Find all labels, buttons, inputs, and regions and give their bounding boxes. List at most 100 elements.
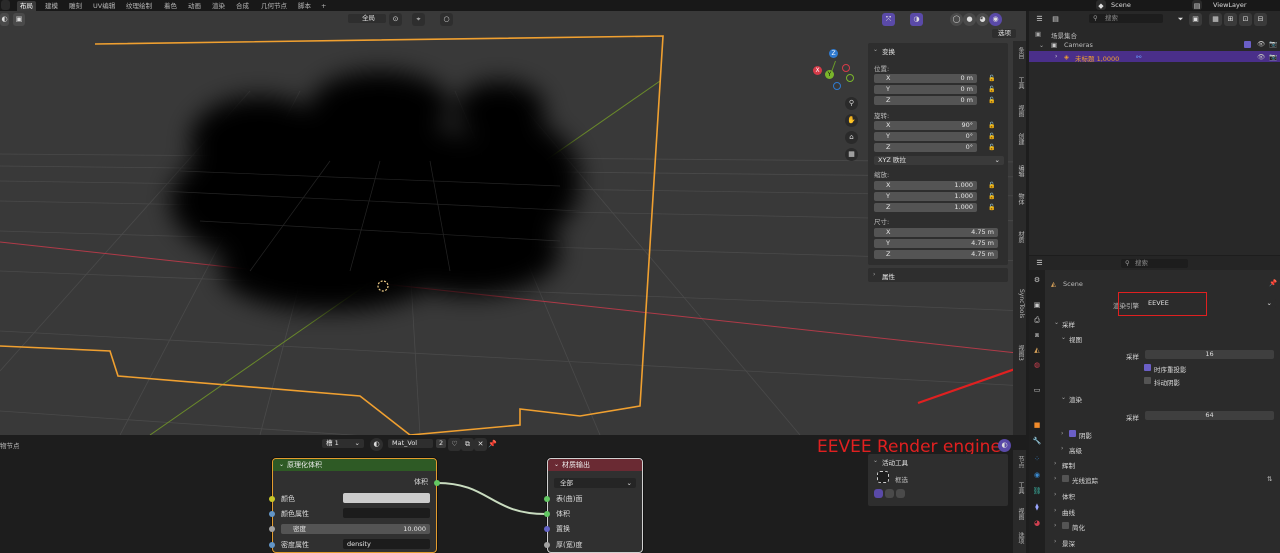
lock-icon[interactable]: 🔓 [988,133,995,140]
options-button[interactable]: 选项 [992,29,1016,38]
rendered-shading-icon[interactable]: ◉ [989,13,1002,26]
sidebar-tab-item[interactable]: 条目 [1015,47,1025,59]
render-tab-icon[interactable]: ▣ [1032,300,1042,310]
display-mode-icon[interactable]: ▤ [1049,13,1062,26]
location-x-field[interactable]: X0 m [874,74,977,83]
select-extend-icon[interactable] [885,489,894,498]
color-attribute-field[interactable] [343,508,430,518]
modifier-icon[interactable]: ⚯ [1136,53,1141,61]
tab-modeling[interactable]: 建模 [42,1,61,11]
snap-icon[interactable]: ⌖ [412,13,425,26]
render-visibility-icon[interactable]: 📷 [1269,53,1277,61]
view-layer-icon[interactable]: ▤ [1192,0,1202,10]
section-simplify[interactable]: 简化 [1072,522,1085,532]
volume-output-socket[interactable] [434,480,440,486]
rotation-z-field[interactable]: Z 0° [874,143,977,152]
3d-viewport[interactable]: ◐ ▣ 全局 ⊙ ⌖ ○ ⤧ ◑ ◯ ● ◕ ◉ 选项 Z X Y ⚲ ✋ ⌂ … [0,11,1026,435]
section-curves[interactable]: 曲线 [1062,507,1075,517]
mode-icon[interactable]: ◐ [0,13,9,26]
pin-icon[interactable]: 📌 [1269,279,1277,287]
collection-enable-checkbox[interactable] [1244,41,1251,48]
data-tab-icon[interactable]: ⧫ [1032,502,1042,512]
sidebar-tab-node[interactable]: 节点 [1015,456,1025,468]
location-y-field[interactable]: Y0 m [874,85,977,94]
viewport-subsection[interactable]: 视图 [1069,334,1082,344]
material-tab-icon[interactable]: ◕ [1032,518,1042,528]
dimension-z-field[interactable]: Z 4.75 m [874,250,998,259]
sidebar-tab-create[interactable]: 创建 [1015,133,1025,145]
lock-icon[interactable]: 🔓 [988,193,995,200]
material-preview-icon[interactable]: ◐ [370,438,383,451]
sidebar-tab-view[interactable]: 视图 [1015,508,1025,520]
tab-uv-editing[interactable]: UV编辑 [90,1,118,11]
viewport-samples-field[interactable]: 16 [1145,350,1274,359]
material-slot-select[interactable]: 槽 1 ⌄ [322,439,364,448]
filter-icon[interactable]: ⏷ [1174,13,1187,26]
properties-type-icon[interactable]: ☰ [1033,257,1046,270]
tab-sculpting[interactable]: 雕刻 [66,1,85,11]
jitter-shadows-checkbox[interactable] [1144,377,1151,384]
rotation-mode-select[interactable]: XYZ 欧拉 ⌄ [874,156,1004,165]
sidebar-tab-edit[interactable]: 编辑 [1015,165,1025,177]
fake-user-icon[interactable]: ♡ [448,438,461,451]
constraints-tab-icon[interactable]: ⛓ [1032,486,1042,496]
world-tab-icon[interactable]: ◍ [1032,360,1042,370]
collection-tab-icon[interactable]: ▭ [1032,385,1042,395]
displacement-input-socket[interactable] [544,526,550,532]
select-mode-icon[interactable]: ▣ [13,13,25,26]
tab-shading[interactable]: 着色 [161,1,180,11]
tab-texture-paint[interactable]: 纹理绘制 [123,1,155,11]
gizmo-z-axis[interactable]: Z [829,49,838,58]
tab-rendering[interactable]: 渲染 [209,1,228,11]
lock-icon[interactable]: 🔓 [988,86,995,93]
tab-layout[interactable]: 布局 [17,1,36,11]
restrict-icon[interactable]: ⊞ [1224,13,1237,26]
tab-geometry-nodes[interactable]: 几何节点 [258,1,290,11]
particles-tab-icon[interactable]: ⁘ [1032,454,1042,464]
sidebar-tab-tool[interactable]: 工具 [1015,77,1025,89]
perspective-toggle-icon[interactable]: ▦ [845,148,858,161]
scene-name[interactable]: Scene [1111,1,1131,9]
overlay-toggle-icon[interactable]: ◑ [910,13,923,26]
new-collection-icon[interactable]: ▣ [1189,13,1202,26]
sidebar-tab-synctools[interactable]: SyncTools [1015,289,1025,318]
select-new-icon[interactable] [874,489,883,498]
wireframe-shading-icon[interactable]: ◯ [950,13,963,26]
output-target-select[interactable]: 全部 ⌄ [554,478,636,488]
tool-tab-icon[interactable]: ⚙ [1032,275,1042,285]
density-input-socket[interactable] [269,526,275,532]
duplicate-material-icon[interactable]: ⧉ [461,438,474,451]
transform-orientation-select[interactable]: 全局 [348,14,386,23]
restrict-render-icon[interactable]: ⊡ [1239,13,1252,26]
simplify-checkbox[interactable] [1062,522,1069,529]
tab-compositing[interactable]: 合成 [233,1,252,11]
material-shading-icon[interactable]: ◕ [976,13,989,26]
sidebar-tab-tool[interactable]: 工具 [1015,482,1025,494]
scale-y-field[interactable]: Y 1.000 [874,192,977,201]
color-swatch[interactable] [343,493,430,503]
advanced-subsection[interactable]: 高级 [1069,445,1082,455]
principled-volume-node[interactable]: ⌄ 原理化体积 体积 颜色 颜色属性 密度 10.000 密度属性 density [272,458,437,553]
sidebar-tab-options[interactable]: 选项 [1015,532,1025,544]
shadows-subsection[interactable]: 阴影 [1079,430,1092,440]
editor-type-icon[interactable] [1,0,10,10]
material-output-header[interactable]: ⌄ 材质输出 [548,459,642,471]
view-layer-name[interactable]: ViewLayer [1213,1,1247,9]
material-output-node[interactable]: ⌄ 材质输出 全部 ⌄ 表(曲)面 体积 置换 厚(宽)度 [547,458,643,553]
shadows-checkbox[interactable] [1069,430,1076,437]
dimension-y-field[interactable]: Y 4.75 m [874,239,998,248]
select-subtract-icon[interactable] [896,489,905,498]
section-volumes[interactable]: 体积 [1062,491,1075,501]
rotation-y-field[interactable]: Y 0° [874,132,977,141]
box-select-icon[interactable] [877,471,889,483]
preset-icon[interactable]: ⇅ [1267,475,1272,483]
pivot-icon[interactable]: ⊙ [389,13,402,26]
scene-collection-label[interactable]: 场景集合 [1051,30,1077,40]
principled-volume-header[interactable]: ⌄ 原理化体积 [273,459,436,471]
pin-icon[interactable]: 📌 [486,438,499,451]
location-z-field[interactable]: Z0 m [874,96,977,105]
render-samples-field[interactable]: 64 [1145,411,1274,420]
proportional-edit-icon[interactable]: ○ [440,13,453,26]
outliner-selected-row[interactable]: › ◈ 未标题 1,0000 ⚯ 👁 📷 [1029,51,1280,63]
scene-icon[interactable]: ◆ [1096,0,1106,10]
